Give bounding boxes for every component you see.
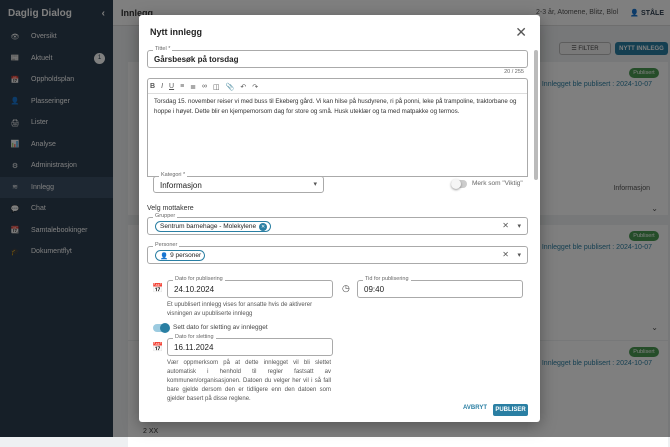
persons-field[interactable]: Personer 👤 9 personer ✕ ▾ [147, 242, 528, 264]
title-field[interactable]: Tittel * Gårsbesøk på torsdag [147, 46, 528, 68]
toggle-knob [160, 323, 170, 333]
delete-date-field[interactable]: Dato for sletting 16.11.2024 [167, 334, 333, 356]
publish-date-field[interactable]: Dato for publisering 24.10.2024 [167, 276, 333, 298]
publish-time-label: Tid for publisering [363, 276, 411, 282]
group-chip[interactable]: Sentrum barnehage - Molekylene ✕ [155, 221, 272, 232]
delete-toggle-label: Sett dato for sletting av innlegget [173, 324, 268, 331]
category-label: Kategori * [159, 172, 188, 178]
post-body-editor[interactable]: Torsdag 15. november reiser vi med buss … [147, 93, 528, 177]
groups-field[interactable]: Grupper Sentrum barnehage - Molekylene ✕… [147, 213, 528, 235]
scrollbar[interactable] [534, 50, 538, 180]
persons-chip[interactable]: 👤 9 personer [155, 250, 206, 261]
toggle-knob [451, 179, 461, 189]
important-toggle[interactable] [451, 179, 467, 189]
dropdown-arrow-icon[interactable]: ▾ [517, 251, 521, 259]
clear-icon[interactable]: ✕ [502, 250, 509, 259]
publish-date-label: Dato for publisering [173, 276, 225, 282]
delete-date-toggle[interactable] [153, 323, 170, 333]
important-toggle-label: Merk som "Viktig" [472, 180, 523, 187]
attachment-icon[interactable]: 📎 [226, 83, 235, 91]
numbered-list-icon[interactable]: ≣ [190, 83, 196, 91]
dropdown-arrow-icon[interactable]: ▾ [517, 222, 521, 230]
italic-icon[interactable]: I [161, 83, 163, 90]
link-icon[interactable]: ∞ [202, 83, 207, 90]
new-post-dialog: Nytt innlegg ✕ Tittel * Gårsbesøk på tor… [139, 15, 540, 422]
groups-label: Grupper [153, 213, 178, 219]
bullet-list-icon[interactable]: ≡ [180, 83, 184, 90]
publish-date-value: 24.10.2024 [174, 285, 215, 294]
delete-date-value: 16.11.2024 [174, 343, 214, 352]
delete-helper-text: Vær oppmerksom på at dette innlegget vil… [167, 360, 331, 402]
calendar-icon[interactable]: 📅 [152, 342, 163, 353]
remove-chip-icon[interactable]: ✕ [259, 222, 268, 231]
character-counter: 20 / 255 [504, 69, 524, 75]
persons-label: Personer [153, 242, 180, 248]
publish-time-field[interactable]: Tid for publisering 09:40 [357, 276, 523, 298]
calendar-icon[interactable]: 📅 [152, 283, 163, 294]
dropdown-arrow-icon: ▾ [313, 181, 317, 188]
underline-icon[interactable]: U [169, 83, 174, 90]
title-field-value: Gårsbesøk på torsdag [154, 55, 239, 64]
category-value: Informasjon [160, 181, 202, 190]
undo-icon[interactable]: ↶ [240, 83, 246, 91]
cancel-button[interactable]: AVBRYT [463, 405, 487, 411]
editor-toolbar: B I U ≡ ≣ ∞ ◫ 📎 ↶ ↷ [147, 80, 528, 93]
bold-icon[interactable]: B [150, 83, 155, 90]
delete-date-label: Dato for sletting [173, 334, 216, 340]
publish-helper-text: Et upublisert innlegg vises for ansatte … [167, 302, 313, 317]
person-icon: 👤 [160, 252, 169, 260]
publish-time-value: 09:40 [364, 285, 385, 294]
publish-button[interactable]: PUBLISER [493, 404, 528, 416]
clear-icon[interactable]: ✕ [502, 221, 509, 230]
redo-icon[interactable]: ↷ [252, 83, 258, 91]
title-field-label: Tittel * [153, 46, 173, 52]
clock-icon[interactable]: ◷ [342, 283, 350, 294]
code-icon[interactable]: ◫ [213, 83, 220, 91]
close-icon[interactable]: ✕ [515, 24, 527, 41]
category-select[interactable]: Kategori * Informasjon ▾ [153, 172, 324, 193]
dialog-title: Nytt innlegg [150, 27, 202, 37]
recipients-heading: Velg mottakere [147, 205, 194, 212]
